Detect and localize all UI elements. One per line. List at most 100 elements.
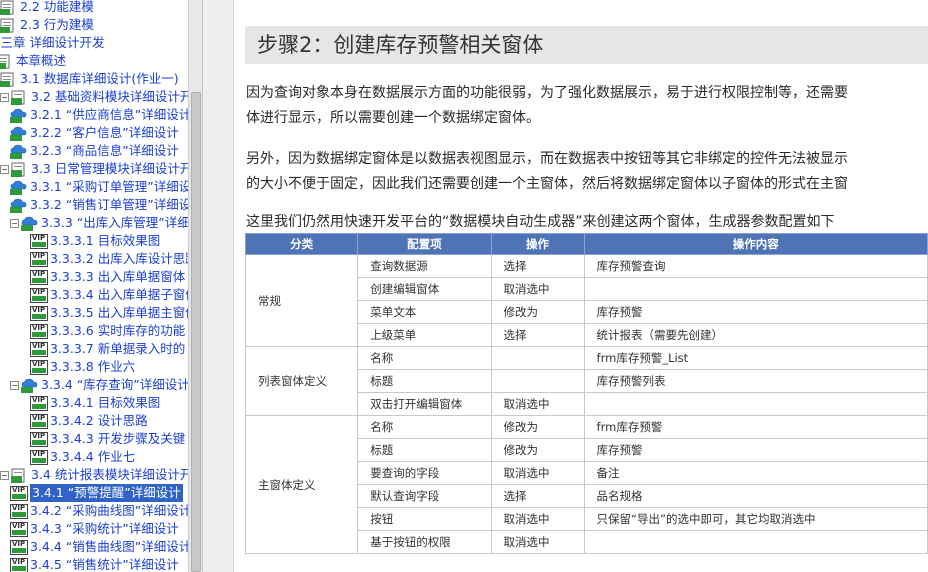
- tree-item[interactable]: 3.2.3 “商品信息”详细设计: [10, 142, 179, 160]
- collapse-toggle-icon[interactable]: −: [10, 380, 19, 390]
- tree-item[interactable]: − 3.3.4 “库存查询”详细设计: [10, 376, 188, 394]
- operation-content-cell: 统计报表（需要先创建）: [583, 323, 928, 347]
- tree-item-label: 3.4.5 “销售统计”详细设计: [30, 557, 179, 572]
- config-item-cell: 上级菜单: [357, 323, 492, 347]
- tree-item-label: 3.3.3.4 出入库单据子窗体: [50, 287, 188, 302]
- vip-badge-text: VIP: [32, 305, 46, 314]
- paragraph-1-line-1: 因为查询对象本身在数据展示方面的功能很弱，为了强化数据展示，易于进行权限控制等，…: [246, 85, 848, 101]
- operation-cell: 取消选中: [490, 392, 585, 416]
- operation-cell: 选择: [490, 323, 585, 347]
- operation-content-cell: frm库存预警_List: [583, 346, 928, 370]
- tree-item[interactable]: VIP 3.3.4.1 目标效果图: [30, 394, 160, 412]
- tree-item[interactable]: 3.2.1 “供应商信息”详细设计: [10, 106, 188, 124]
- operation-cell: 修改为: [490, 438, 585, 462]
- operation-content-cell: 库存预警列表: [583, 369, 928, 393]
- tree-item[interactable]: 3.2.2 “客户信息”详细设计: [10, 124, 179, 142]
- tree-item[interactable]: − 3.3 日常管理模块详细设计开发: [0, 160, 188, 178]
- vip-badge-text: VIP: [32, 359, 46, 368]
- cloud-icon: [10, 108, 28, 123]
- collapse-toggle-icon[interactable]: −: [0, 92, 9, 102]
- group-cell: 列表窗体定义: [244, 346, 359, 416]
- tree-item-label: 3.3.3.2 出库入库设计思路: [50, 251, 188, 266]
- operation-content-cell: 库存预警查询: [583, 254, 928, 278]
- cloud-icon: [10, 180, 28, 195]
- tree-scrollbar[interactable]: [188, 0, 202, 572]
- vip-page-icon: VIP: [30, 341, 48, 357]
- config-table: 分类 配置项 操作 操作内容 常规 查询数据源 选择 库存预警查询 创建编辑窗体 取消选中…: [244, 233, 928, 554]
- tree-item[interactable]: VIP 3.3.3.8 作业六: [30, 358, 135, 376]
- tree-item[interactable]: 2.2 功能建模: [0, 0, 94, 16]
- pane-splitter[interactable]: [202, 0, 234, 572]
- operation-cell: 取消选中: [490, 277, 585, 301]
- vip-badge-text: VIP: [32, 251, 46, 260]
- tree-item-label: 3.4.3 “采购统计”详细设计: [30, 521, 179, 536]
- tree-item[interactable]: − 3.2 基础资料模块详细设计开发: [0, 88, 188, 106]
- tree-item-label: 3.3.3.3 出入库单据窗体: [50, 269, 186, 284]
- tree-item-label: 2.3 行为建模: [20, 17, 94, 32]
- config-item-cell: 名称: [357, 346, 492, 370]
- tree-item[interactable]: VIP 3.4.2 “采购曲线图”详细设计: [10, 502, 188, 520]
- tree-item[interactable]: VIP 3.3.4.3 开发步骤及关键: [30, 430, 185, 448]
- tree-item[interactable]: VIP 3.3.3.5 出入库单据主窗体: [30, 304, 188, 322]
- operation-cell: 选择: [490, 484, 585, 508]
- tree-item[interactable]: VIP 3.3.3.6 实时库存的功能: [30, 322, 185, 340]
- vip-badge-text: VIP: [32, 341, 46, 350]
- tree-item[interactable]: VIP 3.3.3.7 新单据录入时的: [30, 340, 185, 358]
- table-row: 列表窗体定义 名称 frm库存预警_List: [244, 346, 928, 416]
- cloud-icon: [10, 126, 28, 141]
- header-category: 分类: [244, 233, 359, 255]
- operation-cell: 修改为: [490, 415, 585, 439]
- tree-item-label: 3.1 数据库详细设计(作业一): [20, 71, 179, 86]
- tree-item[interactable]: VIP 3.3.3.4 出入库单据子窗体: [30, 286, 188, 304]
- tree-item-label: 3.3.3.6 实时库存的功能: [50, 323, 186, 338]
- tree-item-label: 3.3.3.7 新单据录入时的: [50, 341, 186, 356]
- tree-item[interactable]: 3.3.2 “销售订单管理”详细设计: [10, 196, 188, 214]
- toc-tree-panel[interactable]: 2.2 功能建模 2.3 行为建模第三章 详细设计开发本章概述 3.1 数据库详细设…: [0, 0, 188, 572]
- tree-item[interactable]: VIP 3.4.5 “销售统计”详细设计: [10, 556, 179, 572]
- tree-item[interactable]: VIP 3.3.3.3 出入库单据窗体: [30, 268, 185, 286]
- tree-item-label: 3.2.1 “供应商信息”详细设计: [30, 107, 188, 122]
- vip-badge-text: VIP: [32, 287, 46, 296]
- tree-item[interactable]: 本章概述: [0, 52, 66, 70]
- vip-badge-text: VIP: [32, 413, 46, 422]
- tree-item[interactable]: 第三章 详细设计开发: [0, 34, 104, 52]
- operation-content-cell: frm库存预警: [583, 415, 928, 439]
- operation-content-cell: 备注: [583, 461, 928, 485]
- vip-page-icon: VIP: [30, 413, 48, 429]
- table-row: 主窗体定义 名称 修改为 frm库存预警: [244, 415, 928, 554]
- vip-page-icon: VIP: [30, 431, 48, 447]
- tree-item[interactable]: VIP 3.3.4.2 设计思路: [30, 412, 148, 430]
- operation-content-cell: 只保留“导出”的选中即可，其它均取消选中: [583, 507, 928, 531]
- tree-item-label: 3.3.1 “采购订单管理”详细设计: [30, 179, 188, 194]
- tree-item[interactable]: VIP 3.3.3.1 目标效果图: [30, 232, 160, 250]
- tree-item[interactable]: VIP 3.4.4 “销售曲线图”详细设计: [10, 538, 188, 556]
- config-item-cell: 查询数据源: [357, 254, 492, 278]
- vip-badge-text: VIP: [32, 269, 46, 278]
- tree-item-label: 3.4.2 “采购曲线图”详细设计: [30, 503, 188, 518]
- tree-item[interactable]: 3.1 数据库详细设计(作业一): [0, 70, 179, 88]
- tree-item[interactable]: VIP 3.4.1 “预警提醒”详细设计: [10, 484, 183, 502]
- vip-badge-text: VIP: [12, 557, 26, 566]
- tree-item[interactable]: − 3.3.3 “出库入库管理”详细设计: [10, 214, 188, 232]
- content-pane: 步骤2：创建库存预警相关窗体 因为查询对象本身在数据展示方面的功能很弱，为了强化…: [234, 0, 928, 572]
- tree-item[interactable]: VIP 3.3.3.2 出库入库设计思路: [30, 250, 188, 268]
- collapse-toggle-icon[interactable]: −: [0, 164, 9, 174]
- tree-item[interactable]: − 3.4 统计报表模块详细设计开发: [0, 466, 188, 484]
- tree-item[interactable]: VIP 3.3.4.4 作业七: [30, 448, 135, 466]
- header-operation: 操作: [490, 233, 585, 255]
- tree-item[interactable]: 3.3.1 “采购订单管理”详细设计: [10, 178, 188, 196]
- tree-item-label: 3.3.3 “出库入库管理”详细设计: [41, 215, 188, 230]
- collapse-toggle-icon[interactable]: −: [10, 218, 19, 228]
- cloud-icon: [10, 144, 28, 159]
- tree-item[interactable]: 2.3 行为建模: [0, 16, 94, 34]
- tree-item[interactable]: VIP 3.4.3 “采购统计”详细设计: [10, 520, 179, 538]
- vip-page-icon: VIP: [30, 233, 48, 249]
- folder-icon: [11, 468, 29, 483]
- collapse-toggle-icon[interactable]: −: [0, 470, 9, 480]
- vip-badge-text: VIP: [12, 539, 26, 548]
- table-header-row: 分类 配置项 操作 操作内容: [244, 233, 928, 255]
- operation-cell: 取消选中: [490, 461, 585, 485]
- group-cell: 主窗体定义: [244, 415, 359, 554]
- vip-page-icon: VIP: [10, 557, 28, 572]
- scrollbar-thumb[interactable]: [191, 92, 201, 572]
